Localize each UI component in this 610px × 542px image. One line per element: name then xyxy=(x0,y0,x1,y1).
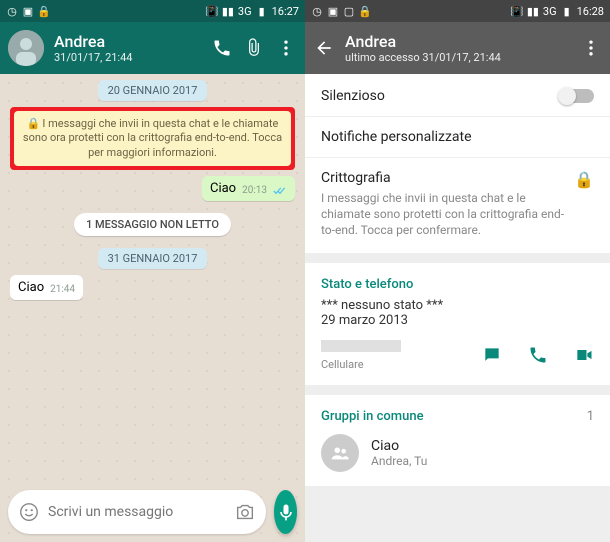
info-body: Silenzioso Notifiche personalizzate Crit… xyxy=(305,74,610,542)
groups-section-header: Gruppi in comune xyxy=(321,409,424,424)
groups-count: 1 xyxy=(587,409,594,424)
call-icon[interactable] xyxy=(528,345,548,365)
unread-chip: 1 MESSAGGIO NON LETTO xyxy=(74,213,231,236)
encryption-row[interactable]: Crittografia I messaggi che invii in que… xyxy=(321,170,594,239)
status-bar: ◷ ▣ 🔒 📳 ▮▮ 3G ▮ 16:27 xyxy=(0,0,305,22)
encryption-title: Crittografia xyxy=(321,170,564,186)
notifications-card: Silenzioso Notifiche personalizzate Crit… xyxy=(305,74,610,253)
encryption-highlight: 🔒I messaggi che invii in questa chat e l… xyxy=(10,107,295,170)
chat-screen: ◷ ▣ 🔒 📳 ▮▮ 3G ▮ 16:27 Andrea 31/01/17, 2… xyxy=(0,0,305,542)
network-label: 3G xyxy=(543,5,557,18)
date-chip: 31 GENNAIO 2017 xyxy=(98,248,208,269)
group-meta: Ciao Andrea, Tu xyxy=(371,438,427,468)
screenshot-icon: ▢ xyxy=(343,5,355,17)
call-icon[interactable] xyxy=(211,37,233,59)
input-pill[interactable] xyxy=(8,490,266,534)
header-title-block: Andrea ultimo accesso 31/01/17, 21:44 xyxy=(345,32,570,64)
lock-icon: 🔒 xyxy=(359,5,371,17)
mic-button[interactable] xyxy=(274,490,297,534)
mute-label: Silenzioso xyxy=(321,88,385,104)
more-icon[interactable] xyxy=(580,37,602,59)
group-avatar xyxy=(321,434,359,472)
contact-name: Andrea xyxy=(54,32,201,51)
whatsapp-status-icon: ◷ xyxy=(6,5,18,17)
last-seen: ultimo accesso 31/01/17, 21:44 xyxy=(345,51,570,64)
header-title-block[interactable]: Andrea 31/01/17, 21:44 xyxy=(54,32,201,64)
date-chip: 20 GENNAIO 2017 xyxy=(98,80,208,101)
group-members: Andrea, Tu xyxy=(371,454,427,468)
battery-icon: ▮ xyxy=(256,5,268,17)
phone-actions xyxy=(482,345,594,365)
network-label: 3G xyxy=(238,5,252,18)
video-icon[interactable] xyxy=(574,345,594,365)
info-header: Andrea ultimo accesso 31/01/17, 21:44 xyxy=(305,22,610,74)
groups-card: Gruppi in comune 1 Ciao Andrea, Tu xyxy=(305,395,610,486)
status-phone-card: Stato e telefono *** nessuno stato *** 2… xyxy=(305,263,610,385)
vibrate-icon: 📳 xyxy=(206,5,218,17)
whatsapp-status-icon: ◷ xyxy=(311,5,323,17)
camera-icon[interactable] xyxy=(234,501,256,523)
composer xyxy=(8,490,297,534)
lock-icon: 🔒 xyxy=(38,5,50,17)
status-bar: ◷ ▣ ▢ 🔒 📳 ▮▮ 3G ▮ 16:28 xyxy=(305,0,610,22)
clock: 16:28 xyxy=(577,5,604,18)
group-row[interactable]: Ciao Andrea, Tu xyxy=(321,434,594,472)
message-outgoing[interactable]: Ciao 20:13 xyxy=(202,176,295,201)
phone-number-block[interactable]: Cellulare xyxy=(321,340,462,371)
battery-icon: ▮ xyxy=(561,5,573,17)
notification-icon: ▣ xyxy=(22,5,34,17)
phone-type-label: Cellulare xyxy=(321,358,462,371)
encryption-body: I messaggi che invii in questa chat e le… xyxy=(321,190,564,239)
contact-name: Andrea xyxy=(345,32,570,51)
chat-body: 20 GENNAIO 2017 🔒I messaggi che invii in… xyxy=(0,74,305,542)
contact-subtitle: 31/01/17, 21:44 xyxy=(54,51,201,64)
divider xyxy=(305,116,610,117)
message-icon[interactable] xyxy=(482,345,502,365)
contact-avatar[interactable] xyxy=(8,30,44,66)
read-ticks-icon xyxy=(273,186,287,196)
signal-icon: ▮▮ xyxy=(222,5,234,17)
clock: 16:27 xyxy=(272,5,299,18)
custom-notifications-label: Notifiche personalizzate xyxy=(321,129,472,145)
divider xyxy=(305,157,610,158)
contact-info-screen: ◷ ▣ ▢ 🔒 📳 ▮▮ 3G ▮ 16:28 Andrea ultimo ac… xyxy=(305,0,610,542)
message-incoming[interactable]: Ciao 21:44 xyxy=(10,275,83,300)
mute-toggle[interactable] xyxy=(560,89,594,103)
message-text: Ciao xyxy=(210,181,236,196)
message-text: Ciao xyxy=(18,280,44,295)
more-icon[interactable] xyxy=(275,37,297,59)
message-input[interactable] xyxy=(48,504,226,520)
custom-notifications-row[interactable]: Notifiche personalizzate xyxy=(321,129,594,145)
attach-icon[interactable] xyxy=(243,37,265,59)
status-section-header: Stato e telefono xyxy=(321,277,594,292)
signal-icon: ▮▮ xyxy=(527,5,539,17)
back-icon[interactable] xyxy=(313,37,335,59)
mute-row[interactable]: Silenzioso xyxy=(321,88,594,104)
status-date: 29 marzo 2013 xyxy=(321,313,594,328)
notification-icon: ▣ xyxy=(327,5,339,17)
group-name: Ciao xyxy=(371,438,427,454)
emoji-icon[interactable] xyxy=(18,501,40,523)
phone-number-redacted xyxy=(321,340,401,352)
message-time: 20:13 xyxy=(242,185,267,196)
vibrate-icon: 📳 xyxy=(511,5,523,17)
encryption-banner[interactable]: 🔒I messaggi che invii in questa chat e l… xyxy=(14,111,291,166)
status-text: *** nessuno stato *** xyxy=(321,298,594,313)
phone-row: Cellulare xyxy=(321,340,594,371)
message-time: 21:44 xyxy=(50,284,75,295)
encryption-text: I messaggi che invii in questa chat e le… xyxy=(23,117,282,159)
lock-icon: 🔒 xyxy=(27,117,41,130)
lock-icon: 🔒 xyxy=(574,170,594,189)
chat-header[interactable]: Andrea 31/01/17, 21:44 xyxy=(0,22,305,74)
